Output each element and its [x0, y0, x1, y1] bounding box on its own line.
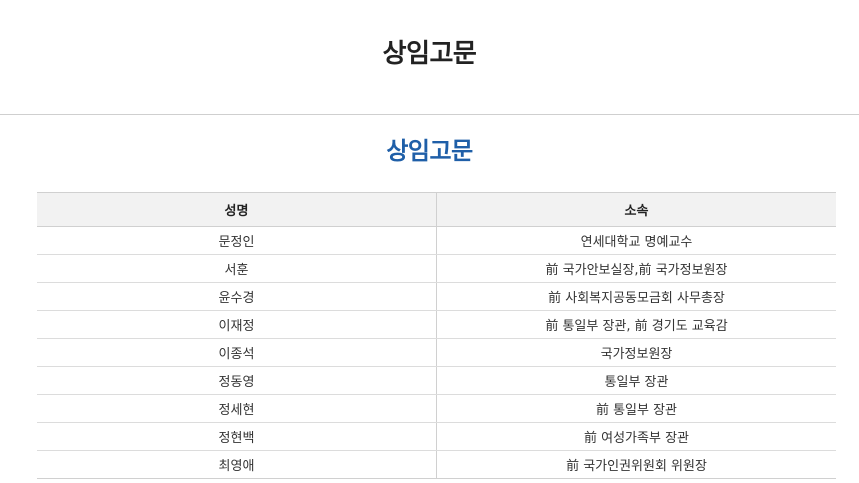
table-row: 이종석 국가정보원장: [37, 338, 836, 367]
cell-name: 정동영: [37, 366, 437, 395]
column-header-name: 성명: [37, 192, 437, 227]
cell-affiliation: 前 국가인권위원회 위원장: [436, 450, 836, 479]
cell-name: 정현백: [37, 422, 437, 451]
cell-affiliation: 前 여성가족부 장관: [436, 422, 836, 451]
cell-affiliation: 前 국가안보실장,前 국가정보원장: [436, 254, 836, 283]
cell-affiliation: 前 통일부 장관: [436, 394, 836, 423]
cell-affiliation: 前 사회복지공동모금회 사무총장: [436, 282, 836, 311]
cell-affiliation: 前 통일부 장관, 前 경기도 교육감: [436, 310, 836, 339]
cell-affiliation: 연세대학교 명예교수: [436, 226, 836, 255]
cell-name: 이재정: [37, 310, 437, 339]
table-row: 정현백 前 여성가족부 장관: [37, 422, 836, 451]
cell-affiliation: 통일부 장관: [436, 366, 836, 395]
page: 상임고문 상임고문 성명 소속 문정인 연세대학교 명예교수 서훈 前 국가안보…: [0, 0, 859, 483]
column-header-affiliation: 소속: [436, 192, 836, 227]
table-row: 최영애 前 국가인권위원회 위원장: [37, 450, 836, 479]
table-row: 윤수경 前 사회복지공동모금회 사무총장: [37, 282, 836, 311]
cell-name: 서훈: [37, 254, 437, 283]
table-row: 서훈 前 국가안보실장,前 국가정보원장: [37, 254, 836, 283]
cell-name: 윤수경: [37, 282, 437, 311]
cell-name: 문정인: [37, 226, 437, 255]
table-row: 정동영 통일부 장관: [37, 366, 836, 395]
table-header-row: 성명 소속: [37, 192, 836, 227]
cell-name: 이종석: [37, 338, 437, 367]
table-row: 이재정 前 통일부 장관, 前 경기도 교육감: [37, 310, 836, 339]
cell-affiliation: 국가정보원장: [436, 338, 836, 367]
cell-name: 최영애: [37, 450, 437, 479]
page-header: 상임고문: [0, 0, 859, 115]
table-row: 정세현 前 통일부 장관: [37, 394, 836, 423]
section-title: 상임고문: [386, 137, 473, 165]
table-row: 문정인 연세대학교 명예교수: [37, 226, 836, 255]
page-title: 상임고문: [382, 38, 477, 69]
cell-name: 정세현: [37, 394, 437, 423]
advisors-table: 성명 소속 문정인 연세대학교 명예교수 서훈 前 국가안보실장,前 국가정보원…: [37, 192, 836, 479]
advisors-table-container: 성명 소속 문정인 연세대학교 명예교수 서훈 前 국가안보실장,前 국가정보원…: [37, 192, 836, 479]
